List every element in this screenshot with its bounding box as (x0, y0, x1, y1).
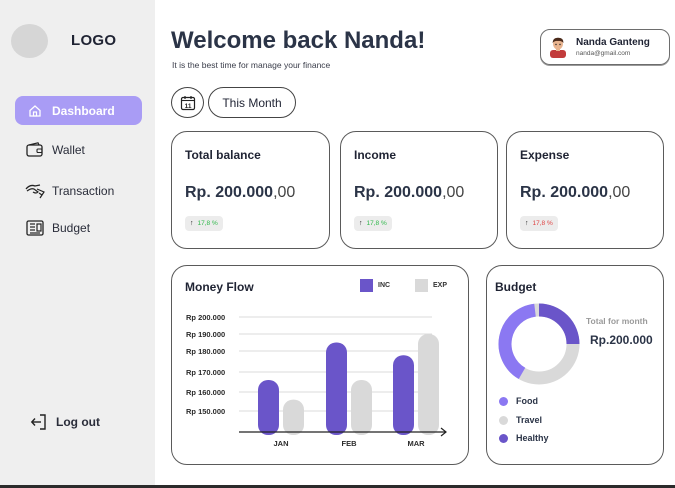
home-icon (25, 102, 45, 120)
total-for-month-value: Rp.200.000 (590, 333, 653, 347)
sidebar-item-label: Wallet (52, 142, 85, 157)
bar-exp-feb (351, 380, 372, 435)
user-profile-card[interactable]: Nanda Ganteng nanda@gmail.com (540, 29, 670, 65)
y-tick-label: Rp 170.000 (186, 368, 225, 377)
budget-legend-travel: Travel (499, 415, 542, 425)
page-title: Welcome back Nanda! (171, 27, 426, 54)
stat-card-total-balance: Total balance Rp. 200.000,00 ↑ 17,8 % (171, 131, 330, 249)
arrow-up-icon: ↑ (359, 220, 363, 227)
y-tick-label: Rp 200.000 (186, 313, 225, 322)
stat-title: Expense (520, 148, 570, 162)
y-tick-label: Rp 160.000 (186, 388, 225, 397)
budget-icon (25, 219, 45, 237)
stat-title: Total balance (185, 148, 261, 162)
user-email: nanda@gmail.com (576, 50, 631, 57)
sidebar-item-transaction[interactable]: Transaction (15, 176, 142, 205)
page-subtitle: It is the best time for manage your fina… (172, 60, 331, 70)
calendar-day: 11 (184, 103, 191, 110)
x-tick-label: FEB (342, 439, 358, 448)
sidebar-item-budget[interactable]: Budget (15, 213, 142, 242)
logo-circle (11, 24, 48, 58)
change-badge: ↑ 17,8 % (354, 216, 392, 231)
sidebar-item-wallet[interactable]: Wallet (15, 135, 142, 164)
sidebar-item-dashboard[interactable]: Dashboard (15, 96, 142, 125)
legend-dot (499, 433, 508, 443)
stat-card-income: Income Rp. 200.000,00 ↑ 17,8 % (340, 131, 498, 249)
bar-exp-jan (283, 399, 304, 435)
budget-title: Budget (495, 280, 537, 294)
logout-label: Log out (56, 415, 100, 429)
budget-legend-healthy: Healthy (499, 433, 549, 443)
legend-dot (499, 415, 508, 425)
legend-dot (499, 396, 508, 406)
user-info: Nanda Ganteng nanda@gmail.com (576, 37, 650, 57)
money-flow-chart: Rp 200.000 Rp 190.000 Rp 180.000 Rp 170.000… (186, 313, 447, 448)
change-badge: ↑ 17,8 % (185, 216, 223, 231)
logout-button[interactable]: Log out (30, 413, 100, 431)
x-tick-label: JAN (273, 439, 288, 448)
stat-title: Income (354, 148, 397, 162)
avatar (548, 36, 568, 58)
bar-inc-jan (258, 380, 279, 435)
y-tick-label: Rp 180.000 (186, 347, 225, 356)
stat-amount: Rp. 200.000,00 (520, 184, 631, 201)
bar-inc-feb (326, 342, 347, 435)
sidebar-item-label: Transaction (52, 183, 115, 198)
sidebar-item-label: Budget (52, 220, 91, 235)
stat-card-expense: Expense Rp. 200.000,00 ↑ 17,8 % (506, 131, 664, 249)
y-tick-label: Rp 190.000 (186, 330, 225, 339)
stat-amount: Rp. 200.000,00 (354, 184, 465, 201)
budget-card: Budget Total for month Rp.200.000 Food T… (486, 265, 664, 465)
calendar-icon: 11 (180, 95, 195, 110)
stat-amount: Rp. 200.000,00 (185, 184, 296, 201)
transaction-icon (25, 182, 45, 200)
arrow-up-icon: ↑ (190, 220, 194, 227)
sidebar-item-label: Dashboard (52, 103, 115, 118)
period-select[interactable]: This Month (208, 87, 296, 118)
total-for-month-label: Total for month (586, 316, 648, 326)
y-tick-label: Rp 150.000 (186, 407, 225, 416)
calendar-button[interactable]: 11 (171, 87, 204, 118)
logo-text: LOGO (71, 32, 117, 49)
donut-segment-food (498, 303, 537, 380)
wallet-icon (25, 141, 45, 159)
change-badge: ↑ 17,8 % (520, 216, 558, 231)
money-flow-card: Money Flow INC EXP Rp 200.000 Rp 190.000 R… (171, 265, 469, 465)
bar-exp-mar (418, 334, 439, 435)
bar-inc-mar (393, 355, 414, 435)
arrow-up-icon: ↑ (525, 220, 529, 227)
budget-legend-food: Food (499, 396, 538, 406)
sidebar: LOGO Dashboard Wallet Transaction Budget… (0, 0, 155, 488)
user-name: Nanda Ganteng (576, 37, 650, 48)
x-tick-label: MAR (407, 439, 425, 448)
budget-donut-chart (498, 303, 580, 385)
logout-icon (30, 413, 48, 431)
donut-segment-healthy (538, 303, 580, 345)
